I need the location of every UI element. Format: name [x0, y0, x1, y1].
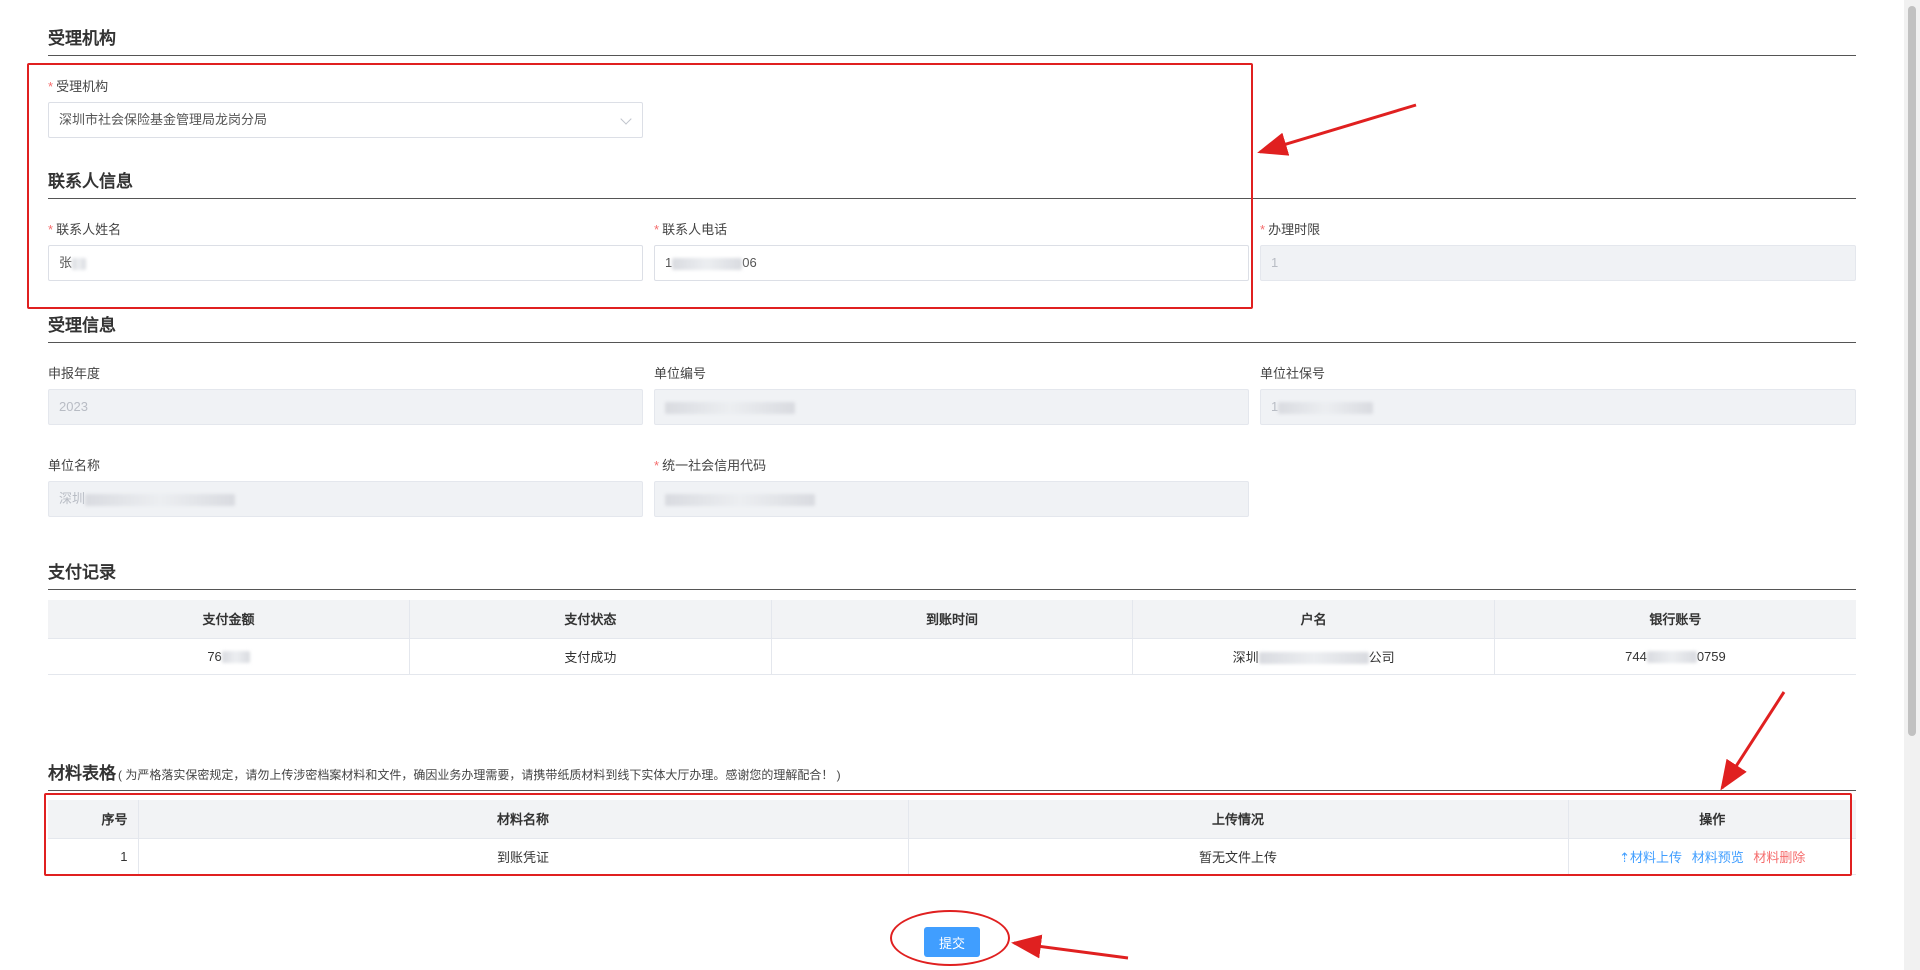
- payment-amount-cell: 76: [48, 638, 411, 675]
- agency-select-value: 深圳市社会保险基金管理局龙岗分局: [59, 112, 268, 127]
- annotation-arrow: [1011, 934, 1129, 960]
- contact-name-label-text: 联系人姓名: [56, 222, 122, 237]
- section-divider: [48, 342, 1856, 343]
- contact-phone-label: * 联系人电话: [654, 219, 727, 238]
- required-mark: *: [48, 79, 54, 94]
- section-divider: [48, 589, 1856, 590]
- bank-account-suffix: 0759: [1696, 648, 1726, 664]
- redacted-text: [85, 493, 236, 506]
- deadline-label: * 办理时限: [1260, 219, 1320, 238]
- account-name-cell: 深圳 公司: [1132, 638, 1495, 675]
- required-mark: *: [654, 458, 660, 473]
- column-header: 材料名称: [138, 800, 909, 839]
- contact-name-value: 张: [59, 255, 73, 270]
- account-name-prefix: 深圳: [1232, 649, 1259, 665]
- redacted-text: [665, 493, 815, 506]
- year-input: 2023: [48, 389, 643, 425]
- credit-code-label-text: 统一社会信用代码: [662, 458, 767, 473]
- redacted-text: [72, 257, 87, 270]
- contact-phone-label-text: 联系人电话: [662, 222, 728, 237]
- form-page: 受理机构 * 受理机构 深圳市社会保险基金管理局龙岗分局 联系人信息 * 联系人姓名…: [0, 0, 1920, 970]
- column-header: 户名: [1132, 600, 1495, 639]
- account-name-suffix: 公司: [1368, 649, 1395, 665]
- unit-ss-input: 1: [1260, 389, 1856, 425]
- section-title-payment: 支付记录: [48, 563, 116, 582]
- redacted-text: [1278, 401, 1374, 414]
- annotation-arrow: [1720, 691, 1786, 791]
- contact-name-input[interactable]: 张: [48, 245, 643, 281]
- upload-status-cell: 暂无文件上传: [908, 838, 1569, 875]
- redacted-text: [672, 257, 743, 270]
- contact-phone-prefix: 1: [665, 255, 673, 270]
- deadline-input: 1: [1260, 245, 1856, 281]
- column-header: 到账时间: [771, 600, 1134, 639]
- unit-no-label: 单位编号: [654, 366, 707, 381]
- bank-account-prefix: 744: [1625, 648, 1647, 664]
- redacted-text: [1258, 652, 1369, 665]
- agency-select[interactable]: 深圳市社会保险基金管理局龙岗分局: [48, 102, 643, 138]
- materials-title: 材料表格: [48, 764, 116, 783]
- column-header: 支付金额: [48, 600, 411, 639]
- required-mark: *: [1260, 222, 1266, 237]
- section-title-acceptance: 受理信息: [48, 316, 116, 335]
- section-title-agency: 受理机构: [48, 29, 116, 48]
- column-header: 银行账号: [1494, 600, 1856, 639]
- section-divider: [48, 790, 1856, 791]
- submit-button[interactable]: 提交: [924, 927, 980, 957]
- unit-ss-label: 单位社保号: [1260, 366, 1326, 381]
- unit-name-label: 单位名称: [48, 458, 101, 473]
- section-title-materials: 材料表格( 为严格落实保密规定，请勿上传涉密档案材料和文件，确因业务办理需要，请…: [48, 759, 841, 784]
- credit-code-input: [654, 481, 1249, 517]
- column-header: 上传情况: [908, 800, 1569, 839]
- annotation-arrow: [1257, 103, 1417, 156]
- unit-ss-prefix: 1: [1271, 399, 1279, 414]
- deadline-label-text: 办理时限: [1268, 222, 1321, 237]
- section-divider: [48, 55, 1856, 56]
- unit-name-prefix: 深圳: [59, 491, 86, 506]
- section-title-contact: 联系人信息: [48, 172, 133, 191]
- redacted-text: [665, 401, 795, 414]
- contact-name-label: * 联系人姓名: [48, 219, 121, 238]
- table-header-row: 序号 材料名称 上传情况 操作: [48, 800, 1856, 839]
- preview-material-link[interactable]: 材料预览: [1692, 850, 1744, 865]
- vertical-scrollbar[interactable]: [1904, 0, 1920, 970]
- required-mark: *: [48, 222, 54, 237]
- credit-code-label: * 统一社会信用代码: [654, 455, 766, 474]
- contact-phone-suffix: 06: [742, 255, 757, 270]
- required-mark: *: [654, 222, 660, 237]
- payment-status-cell: 支付成功: [409, 638, 772, 675]
- year-label: 申报年度: [48, 366, 101, 381]
- column-header: 序号: [48, 800, 139, 839]
- materials-table: 序号 材料名称 上传情况 操作 1 到账凭证 暂无文件上传 ⇡材料上传 材料预览…: [48, 800, 1856, 875]
- redacted-text: [1646, 651, 1697, 664]
- scrollbar-thumb[interactable]: [1908, 6, 1916, 736]
- payment-table: 支付金额 支付状态 到账时间 户名 银行账号 76 支付成功 深圳 公司 744 0…: [48, 600, 1856, 675]
- agency-label-text: 受理机构: [56, 79, 109, 94]
- arrival-time-cell: [771, 638, 1134, 675]
- deadline-value: 1: [1271, 255, 1279, 270]
- chevron-down-icon: [620, 113, 632, 125]
- section-divider: [48, 198, 1856, 199]
- column-header: 支付状态: [409, 600, 772, 639]
- unit-name-input: 深圳: [48, 481, 643, 517]
- bank-account-cell: 744 0759: [1494, 638, 1856, 675]
- table-row: 76 支付成功 深圳 公司 744 0759: [48, 638, 1856, 675]
- material-index-cell: 1: [48, 838, 139, 875]
- material-name-cell: 到账凭证: [138, 838, 909, 875]
- table-row: 1 到账凭证 暂无文件上传 ⇡材料上传 材料预览 材料删除: [48, 838, 1856, 875]
- delete-material-link[interactable]: 材料删除: [1753, 850, 1805, 865]
- unit-no-input: [654, 389, 1249, 425]
- column-header: 操作: [1568, 800, 1856, 839]
- material-actions-cell: ⇡材料上传 材料预览 材料删除: [1568, 838, 1856, 875]
- table-header-row: 支付金额 支付状态 到账时间 户名 银行账号: [48, 600, 1856, 639]
- payment-amount: 76: [207, 648, 222, 664]
- redacted-text: [221, 651, 250, 664]
- upload-material-link[interactable]: ⇡材料上传: [1619, 850, 1682, 865]
- materials-note: ( 为严格落实保密规定，请勿上传涉密档案材料和文件，确因业务办理需要，请携带纸质…: [118, 768, 841, 782]
- year-value: 2023: [59, 399, 88, 414]
- contact-phone-input[interactable]: 1 06: [654, 245, 1249, 281]
- agency-label: * 受理机构: [48, 76, 108, 95]
